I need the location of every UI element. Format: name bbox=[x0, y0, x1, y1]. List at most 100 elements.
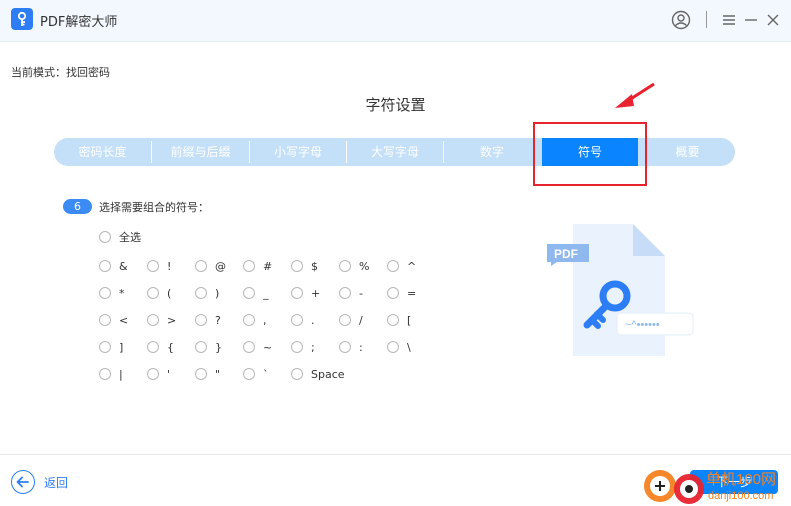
symbol-radio[interactable] bbox=[147, 287, 159, 299]
symbol-radio[interactable] bbox=[99, 368, 111, 380]
symbol-option[interactable]: ' bbox=[147, 366, 170, 382]
symbol-label: ^ bbox=[407, 259, 417, 273]
symbol-radio[interactable] bbox=[147, 341, 159, 353]
symbol-option[interactable]: ` bbox=[243, 366, 269, 382]
symbol-radio[interactable] bbox=[243, 341, 255, 353]
symbol-radio[interactable] bbox=[387, 314, 399, 326]
symbol-radio[interactable] bbox=[195, 341, 207, 353]
symbol-option[interactable]: * bbox=[99, 285, 125, 301]
symbol-option[interactable]: ] bbox=[99, 339, 123, 355]
symbol-label: > bbox=[167, 313, 177, 327]
symbol-radio[interactable] bbox=[387, 341, 399, 353]
select-all-label: 全选 bbox=[119, 231, 141, 244]
symbol-option[interactable]: + bbox=[291, 285, 320, 301]
symbol-option[interactable]: @ bbox=[195, 258, 226, 274]
symbol-option[interactable]: & bbox=[99, 258, 128, 274]
tab-uppercase[interactable]: 大写字母 bbox=[347, 138, 443, 166]
symbol-label: / bbox=[359, 313, 363, 327]
symbol-label: _ bbox=[263, 286, 269, 300]
symbol-option[interactable]: Space bbox=[291, 366, 345, 382]
back-arrow-icon[interactable] bbox=[11, 470, 35, 494]
symbol-option[interactable]: = bbox=[387, 285, 416, 301]
symbol-option[interactable]: ~ bbox=[243, 339, 272, 355]
symbol-radio[interactable] bbox=[243, 368, 255, 380]
symbol-option[interactable]: } bbox=[195, 339, 222, 355]
close-icon[interactable] bbox=[763, 10, 783, 30]
symbol-radio[interactable] bbox=[195, 368, 207, 380]
select-all-radio[interactable] bbox=[99, 231, 111, 243]
symbol-option[interactable]: # bbox=[243, 258, 272, 274]
symbol-radio[interactable] bbox=[291, 341, 303, 353]
symbol-option[interactable]: > bbox=[147, 312, 176, 328]
pdf-badge-text: PDF bbox=[554, 247, 578, 261]
symbol-radio[interactable] bbox=[291, 260, 303, 272]
symbol-option[interactable]: , bbox=[243, 312, 267, 328]
symbol-option[interactable]: ! bbox=[147, 258, 171, 274]
symbol-radio[interactable] bbox=[99, 260, 111, 272]
password-mask-text: ~^•••••• bbox=[625, 319, 660, 331]
symbol-option[interactable]: | bbox=[99, 366, 123, 382]
symbol-radio[interactable] bbox=[291, 368, 303, 380]
symbol-radio[interactable] bbox=[339, 341, 351, 353]
symbol-radio[interactable] bbox=[243, 287, 255, 299]
symbol-radio[interactable] bbox=[339, 260, 351, 272]
menu-icon[interactable] bbox=[719, 10, 739, 30]
symbol-label: @ bbox=[215, 259, 226, 273]
symbol-label: \ bbox=[407, 340, 411, 354]
tab-prefix-suffix[interactable]: 前缀与后缀 bbox=[152, 138, 249, 166]
symbol-option[interactable]: ^ bbox=[387, 258, 416, 274]
symbol-radio[interactable] bbox=[243, 314, 255, 326]
back-button[interactable]: 返回 bbox=[11, 470, 68, 494]
symbol-label: & bbox=[119, 259, 128, 273]
select-all-option[interactable]: 全选 bbox=[99, 229, 141, 245]
symbol-option[interactable]: [ bbox=[387, 312, 411, 328]
symbol-option[interactable]: < bbox=[99, 312, 128, 328]
symbol-option[interactable]: ( bbox=[147, 285, 171, 301]
symbol-radio[interactable] bbox=[291, 287, 303, 299]
symbol-label: + bbox=[311, 286, 321, 300]
symbol-option[interactable]: : bbox=[339, 339, 363, 355]
symbol-radio[interactable] bbox=[195, 314, 207, 326]
symbol-option[interactable]: - bbox=[339, 285, 363, 301]
symbol-option[interactable]: $ bbox=[291, 258, 318, 274]
symbol-radio[interactable] bbox=[243, 260, 255, 272]
symbol-label: ` bbox=[263, 367, 269, 381]
symbol-radio[interactable] bbox=[147, 260, 159, 272]
symbol-radio[interactable] bbox=[99, 314, 111, 326]
symbol-option[interactable]: { bbox=[147, 339, 174, 355]
symbol-option[interactable]: ) bbox=[195, 285, 219, 301]
symbol-label: ~ bbox=[263, 340, 273, 354]
symbol-radio[interactable] bbox=[387, 260, 399, 272]
user-icon[interactable] bbox=[671, 10, 691, 30]
symbol-radio[interactable] bbox=[339, 287, 351, 299]
symbol-radio[interactable] bbox=[99, 287, 111, 299]
tab-summary[interactable]: 概要 bbox=[640, 138, 735, 166]
tab-password-length[interactable]: 密码长度 bbox=[54, 138, 151, 166]
app-logo-icon bbox=[11, 8, 33, 30]
symbol-label: . bbox=[311, 313, 315, 327]
symbol-option[interactable]: \ bbox=[387, 339, 411, 355]
symbol-radio[interactable] bbox=[195, 287, 207, 299]
tab-digits[interactable]: 数字 bbox=[444, 138, 540, 166]
symbol-option[interactable]: / bbox=[339, 312, 363, 328]
site-watermark: 单机100网 danji100.com bbox=[644, 470, 776, 504]
symbol-option[interactable]: . bbox=[291, 312, 315, 328]
symbol-radio[interactable] bbox=[195, 260, 207, 272]
symbol-label: # bbox=[263, 259, 273, 273]
symbol-option[interactable]: ? bbox=[195, 312, 221, 328]
current-mode-label: 当前模式：找回密码 bbox=[11, 66, 110, 79]
symbol-option[interactable]: " bbox=[195, 366, 220, 382]
symbol-radio[interactable] bbox=[339, 314, 351, 326]
symbol-radio[interactable] bbox=[147, 314, 159, 326]
app-window: PDF解密大师 当前模式：找回密码 字符设置 密码长度 前缀与后缀 小写字母 大… bbox=[0, 0, 791, 506]
symbol-option[interactable]: % bbox=[339, 258, 369, 274]
tab-lowercase[interactable]: 小写字母 bbox=[250, 138, 346, 166]
symbol-radio[interactable] bbox=[147, 368, 159, 380]
minimize-icon[interactable] bbox=[741, 10, 761, 30]
symbol-radio[interactable] bbox=[291, 314, 303, 326]
symbol-option[interactable]: ; bbox=[291, 339, 315, 355]
symbol-radio[interactable] bbox=[99, 341, 111, 353]
symbol-label: { bbox=[167, 340, 174, 354]
symbol-option[interactable]: _ bbox=[243, 285, 269, 301]
symbol-radio[interactable] bbox=[387, 287, 399, 299]
